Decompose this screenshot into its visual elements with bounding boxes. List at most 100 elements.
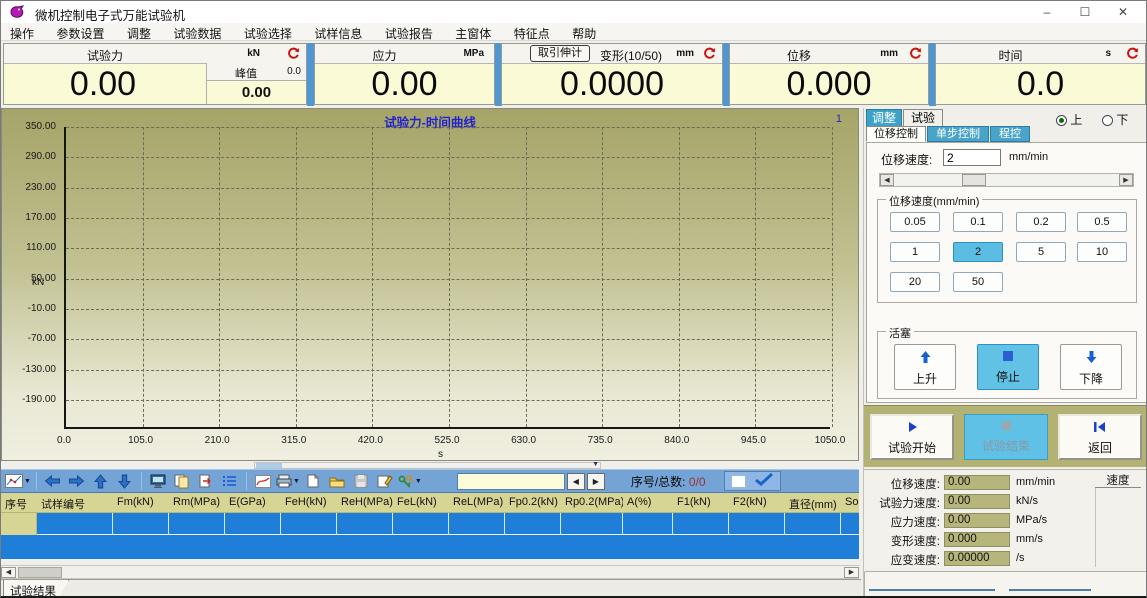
col-header[interactable]: F1(kN) (673, 493, 729, 512)
scrollbar-thumb[interactable] (18, 567, 62, 578)
col-header[interactable]: 直径(mm) (785, 493, 841, 512)
open-folder-icon[interactable] (326, 471, 348, 491)
extensometer-button[interactable]: 取引伸计 (530, 45, 590, 62)
test-end-button: 试验结束 (964, 414, 1048, 460)
arrow-left-icon[interactable] (42, 471, 64, 491)
speed-option-0.5[interactable]: 0.5 (1077, 212, 1127, 232)
speed-option-0.1[interactable]: 0.1 (953, 212, 1003, 232)
next-record-button[interactable]: ▶ (587, 473, 605, 490)
menu-test-data[interactable]: 试验数据 (164, 23, 230, 42)
scroll-left-icon[interactable]: ◀ (1, 567, 16, 578)
refresh-icon[interactable] (1126, 47, 1139, 63)
menu-adjust[interactable]: 调整 (118, 23, 160, 42)
tab-adjust[interactable]: 调整 (866, 109, 902, 126)
menu-test-select[interactable]: 试验选择 (235, 23, 301, 42)
col-header[interactable]: Fm(kN) (113, 493, 169, 512)
status-value: 0.00 (944, 513, 1010, 528)
refresh-icon[interactable] (287, 47, 300, 63)
curve-icon[interactable] (252, 471, 274, 491)
refresh-icon[interactable] (703, 47, 716, 63)
confirm-check-icon[interactable] (754, 472, 774, 491)
maximize-button[interactable]: ☐ (1066, 1, 1104, 23)
speed-tab[interactable]: 速度 (1095, 472, 1141, 488)
monitor-icon[interactable] (147, 471, 169, 491)
table-row[interactable] (1, 513, 859, 535)
menu-help[interactable]: 帮助 (563, 23, 605, 42)
results-sheet-tab[interactable]: 试验结果 (3, 580, 69, 598)
chart-select-icon[interactable]: ▼ (5, 471, 31, 491)
divider (869, 589, 995, 591)
subtab-displacement-control[interactable]: 位移控制 (866, 126, 926, 142)
speed-input[interactable] (943, 149, 1001, 166)
menu-parameters[interactable]: 参数设置 (47, 23, 113, 42)
col-header[interactable]: A(%) (623, 493, 673, 512)
col-header[interactable]: So(mm^2) (841, 493, 859, 512)
test-start-button[interactable]: 试验开始 (870, 414, 954, 460)
copy-icon[interactable] (171, 471, 193, 491)
menu-sample-info[interactable]: 试样信息 (305, 23, 371, 42)
chevron-down-icon[interactable]: ▼ (592, 461, 599, 468)
speed-option-50[interactable]: 50 (953, 272, 1003, 292)
new-file-icon[interactable] (302, 471, 324, 491)
results-table-body[interactable] (1, 513, 859, 559)
minimize-button[interactable]: – (1028, 1, 1066, 23)
arrow-up-icon[interactable] (90, 471, 112, 491)
stop-icon (1001, 420, 1012, 434)
col-header[interactable]: Rp0.2(MPa) (561, 493, 623, 512)
refresh-icon[interactable] (909, 47, 922, 63)
col-header[interactable]: FeL(kN) (393, 493, 449, 512)
speed-option-0.2[interactable]: 0.2 (1016, 212, 1066, 232)
slider-left-arrow-icon[interactable]: ◀ (880, 174, 894, 186)
chart-horizontal-scrollbar[interactable]: ▼ (254, 462, 601, 469)
tab-test[interactable]: 试验 (903, 109, 943, 126)
export-icon[interactable] (195, 471, 217, 491)
speed-option-1[interactable]: 1 (890, 242, 940, 262)
piston-down-button[interactable]: 下降 (1060, 344, 1122, 390)
subtab-program-control[interactable]: 程控 (990, 126, 1030, 142)
speed-slider[interactable]: ◀ ▶ (879, 173, 1134, 187)
arrow-right-icon[interactable] (66, 471, 88, 491)
toolbar-separator (246, 472, 247, 490)
table-horizontal-scrollbar[interactable]: ◀ ▶ (1, 565, 859, 579)
radio-down[interactable]: 下 (1102, 111, 1128, 128)
col-header[interactable]: Rm(MPa) (169, 493, 225, 512)
select-checkbox[interactable] (731, 475, 746, 488)
col-header[interactable]: 试样编号 (37, 493, 113, 512)
scroll-right-icon[interactable]: ▶ (844, 567, 859, 578)
speed-option-2[interactable]: 2 (953, 242, 1003, 262)
col-header[interactable]: E(GPa) (225, 493, 281, 512)
col-header[interactable]: ReL(MPa) (449, 493, 505, 512)
y-tick-label: 110.00 (2, 242, 56, 253)
keys-icon[interactable]: ▼ (398, 471, 422, 491)
slider-right-arrow-icon[interactable]: ▶ (1119, 174, 1133, 186)
record-filter-input[interactable] (457, 473, 565, 490)
arrow-down-icon[interactable] (114, 471, 136, 491)
scrollbar-thumb[interactable] (256, 463, 282, 468)
print-icon[interactable]: ▼ (276, 471, 300, 491)
edit-export-icon[interactable] (374, 471, 396, 491)
menu-main-window[interactable]: 主窗体 (446, 23, 500, 42)
subtab-step-control[interactable]: 单步控制 (927, 126, 989, 142)
prev-record-button[interactable]: ◀ (567, 473, 585, 490)
col-header[interactable]: Fp0.2(kN) (505, 493, 561, 512)
speed-option-0.05[interactable]: 0.05 (890, 212, 940, 232)
piston-stop-button[interactable]: 停止 (977, 344, 1039, 390)
speed-option-10[interactable]: 10 (1077, 242, 1127, 262)
col-header[interactable]: 序号 (1, 493, 37, 512)
plot-area[interactable] (64, 127, 830, 429)
piston-up-button[interactable]: 上升 (894, 344, 956, 390)
menu-test-report[interactable]: 试验报告 (376, 23, 442, 42)
speed-option-20[interactable]: 20 (890, 272, 940, 292)
slider-thumb[interactable] (962, 174, 986, 186)
h-gridline (66, 157, 830, 158)
menu-feature-points[interactable]: 特征点 (505, 23, 559, 42)
close-button[interactable]: ✕ (1104, 1, 1142, 23)
col-header[interactable]: FeH(kN) (281, 493, 337, 512)
col-header[interactable]: ReH(MPa) (337, 493, 393, 512)
radio-up[interactable]: 上 (1056, 111, 1082, 128)
menu-operation[interactable]: 操作 (1, 23, 43, 42)
return-button[interactable]: 返回 (1058, 414, 1142, 460)
col-header[interactable]: F2(kN) (729, 493, 785, 512)
speed-option-5[interactable]: 5 (1016, 242, 1066, 262)
list-icon[interactable] (219, 471, 241, 491)
